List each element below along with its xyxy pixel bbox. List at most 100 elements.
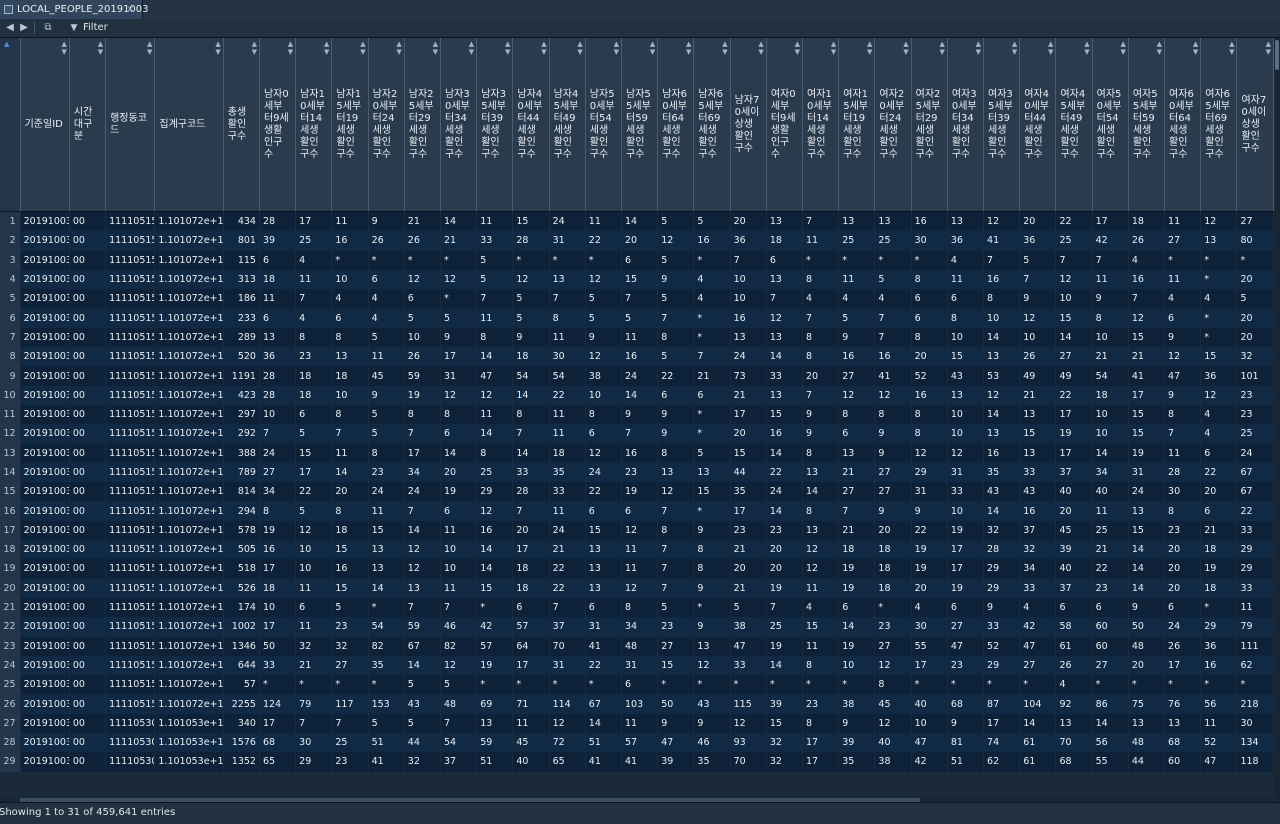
table-cell: 20191003 [20,327,70,348]
table-row[interactable]: 15 20191003 00 11110515 1.101072e+12 814 34 22 2… [0,482,1274,502]
table-row[interactable]: 1 20191003 00 11110515 1.101072e+12 434 28 17 11… [0,211,1274,232]
table-cell: 25 [766,617,804,637]
table-row[interactable]: 26 20191003 00 11110515 1.101072e+12 2255 124 7… [0,694,1274,714]
table-row[interactable]: 8 20191003 00 11110515 1.101072e+12 520 36 23 13… [0,347,1274,367]
table-cell: * [874,250,912,270]
column-header[interactable]: ▲ ▼ 남자50세부터54세생활인구수 [585,38,623,212]
sort-icon: ▲ ▼ [432,40,438,56]
table-cell: 27 [1019,655,1057,676]
forward-arrow-icon[interactable]: ▶ [18,21,30,35]
table-cell: 11110515 [105,443,156,463]
table-row[interactable]: 13 20191003 00 11110515 1.101072e+12 388 24 15 1… [0,443,1274,463]
index-column-header[interactable]: ▲ [0,38,21,212]
table-row[interactable]: 20 20191003 00 11110515 1.101072e+12 526 18 11 1… [0,578,1274,598]
column-header[interactable]: ▲ ▼ 여자20세부터24세생활인구수 [874,38,912,212]
table-row[interactable]: 14 20191003 00 11110515 1.101072e+12 789 27 17 1… [0,462,1274,483]
column-header[interactable]: ▲ ▼ 남자65세부터69세생활인구수 [693,38,731,212]
table-row[interactable]: 27 20191003 00 11110530 1.101053e+12 340 17 7 7 5… [0,713,1274,734]
filter-icon[interactable]: ▼ [68,21,80,35]
column-header[interactable]: ▲ ▼ 남자20세부터24세생활인구수 [368,38,405,212]
table-row[interactable]: 16 20191003 00 11110515 1.101072e+12 294 8 5 8 11… [0,501,1274,521]
table-cell: 5 [693,443,731,463]
column-header[interactable]: ▲ ▼ 기준일ID [20,38,70,212]
table-row[interactable]: 5 20191003 00 11110515 1.101072e+12 186 11 7 4 4 6… [0,289,1274,309]
table-row[interactable]: 23 20191003 00 11110515 1.101072e+12 1346 50 32… [0,636,1274,656]
table-cell: 9 [1164,327,1202,348]
column-header[interactable]: ▲ ▼ 여자25세부터29세생활인구수 [911,38,948,212]
close-icon[interactable]: × [126,0,134,19]
table-row[interactable]: 10 20191003 00 11110515 1.101072e+12 423 28 18 1… [0,385,1274,405]
column-header[interactable]: ▲ ▼ 남자70세이상생활인구수 [730,38,767,212]
table-row[interactable]: 3 20191003 00 11110515 1.101072e+12 115 6 4 * * * *… [0,250,1274,270]
table-cell: 11 [476,404,514,425]
table-row[interactable]: 7 20191003 00 11110515 1.101072e+12 289 13 8 8 5 1… [0,327,1274,348]
vertical-scrollbar[interactable] [1274,38,1280,800]
table-cell: 20191003 [20,231,70,251]
table-row[interactable]: 18 20191003 00 11110515 1.101072e+12 505 16 10 1… [0,540,1274,560]
table-row[interactable]: 4 20191003 00 11110515 1.101072e+12 313 18 11 10… [0,269,1274,290]
table-cell: 7 [404,501,441,521]
popout-icon[interactable]: ⧉ [40,21,56,35]
table-cell: 14 [802,482,840,502]
column-header[interactable]: ▲ ▼ 남자30세부터34세생활인구수 [440,38,478,212]
row-index: 10 [0,385,21,405]
table-cell: 17 [404,443,441,463]
column-header[interactable]: ▲ ▼ 총생활인구수 [223,38,260,212]
column-header[interactable]: ▲ ▼ 남자35세부터39세생활인구수 [476,38,514,212]
column-header[interactable]: ▲ ▼ 남자25세부터29세생활인구수 [404,38,441,212]
table-row[interactable]: 2 20191003 00 11110515 1.101072e+12 801 39 25 16… [0,231,1274,251]
table-row[interactable]: 12 20191003 00 11110515 1.101072e+12 292 7 5 7 5 7… [0,424,1274,444]
table-cell: 9 [440,327,478,348]
back-arrow-icon[interactable]: ◀ [4,21,16,35]
column-header[interactable]: ▲ ▼ 여자40세부터44세생활인구수 [1019,38,1057,212]
column-header[interactable]: ▲ ▼ 여자60세부터64세생활인구수 [1164,38,1202,212]
table-row[interactable]: 9 20191003 00 11110515 1.101072e+12 1191 28 18 1… [0,366,1274,386]
column-header[interactable]: ▲ ▼ 행정동코드 [105,38,156,212]
column-header[interactable]: ▲ ▼ 여자65세부터69세생활인구수 [1200,38,1238,212]
table-row[interactable]: 21 20191003 00 11110515 1.101072e+12 174 10 6 5 *… [0,597,1274,618]
table-cell: 5 [585,289,623,309]
table-cell: 5 [512,289,550,309]
column-header[interactable]: ▲ ▼ 남자45세부터49세생활인구수 [549,38,586,212]
column-header[interactable]: ▲ ▼ 남자0세부터9세생활인구수 [259,38,297,212]
column-header[interactable]: ▲ ▼ 여자30세부터34세생활인구수 [947,38,985,212]
column-header[interactable]: ▲ ▼ 남자10세부터14세생활인구수 [295,38,333,212]
column-header[interactable]: ▲ ▼ 남자55세부터59세생활인구수 [621,38,659,212]
table-row[interactable]: 17 20191003 00 11110515 1.101072e+12 578 19 12 1… [0,520,1274,541]
column-header[interactable]: ▲ ▼ 남자40세부터44세생활인구수 [512,38,550,212]
column-header[interactable]: ▲ ▼ 여자50세부터54세생활인구수 [1092,38,1129,212]
column-header-label: 여자0세부터9세생활인구수 [770,88,796,160]
column-header[interactable]: ▲ ▼ 여자55세부터59세생활인구수 [1128,38,1166,212]
table-row[interactable]: 11 20191003 00 11110515 1.101072e+12 297 10 6 8 5… [0,404,1274,425]
table-row[interactable]: 29 20191003 00 11110530 1.101053e+12 1352 65 29… [0,752,1274,772]
table-cell: 14 [983,501,1021,521]
column-header[interactable]: ▲ ▼ 여자70세이상생활인구수 [1236,38,1274,212]
column-header[interactable]: ▲ ▼ 여자35세부터39세생활인구수 [983,38,1021,212]
table-cell: 10 [440,540,478,560]
table-cell: 11110515 [105,211,156,232]
table-cell: 45 [512,733,550,753]
tab-local-people[interactable]: LOCAL_PEOPLE_20191003 × [0,0,149,19]
table-cell: 10 [440,559,478,579]
column-header[interactable]: ▲ ▼ 여자10세부터14세생활인구수 [802,38,840,212]
table-row[interactable]: 6 20191003 00 11110515 1.101072e+12 233 6 4 6 4 5 5… [0,308,1274,328]
table-row[interactable]: 25 20191003 00 11110515 1.101072e+12 57 * * * * 5 5… [0,675,1274,695]
column-header[interactable]: ▲ ▼ 남자15세부터19세생활인구수 [331,38,369,212]
table-row[interactable]: 28 20191003 00 11110530 1.101053e+12 1576 68 30… [0,733,1274,753]
filter-button[interactable]: Filter [83,21,108,35]
column-header[interactable]: ▲ ▼ 여자15세부터19세생활인구수 [838,38,876,212]
table-cell: 14 [512,443,550,463]
table-cell: 13 [1019,404,1057,425]
table-row[interactable]: 22 20191003 00 11110515 1.101072e+12 1002 17 11… [0,617,1274,637]
column-header[interactable]: ▲ ▼ 시간대구분 [69,38,107,212]
table-cell: 20191003 [20,578,70,598]
column-header[interactable]: ▲ ▼ 집계구코드 [154,38,224,212]
row-index: 29 [0,752,21,772]
column-header[interactable]: ▲ ▼ 여자0세부터9세생활인구수 [766,38,804,212]
table-row[interactable]: 24 20191003 00 11110515 1.101072e+12 644 33 21 2… [0,655,1274,676]
table-cell: 27 [1092,655,1129,676]
column-header[interactable]: ▲ ▼ 여자45세부터49세생활인구수 [1055,38,1093,212]
table-row[interactable]: 19 20191003 00 11110515 1.101072e+12 518 17 10 1… [0,559,1274,579]
column-header[interactable]: ▲ ▼ 남자60세부터64세생활인구수 [657,38,695,212]
vertical-scroll-thumb[interactable] [1275,40,1279,70]
